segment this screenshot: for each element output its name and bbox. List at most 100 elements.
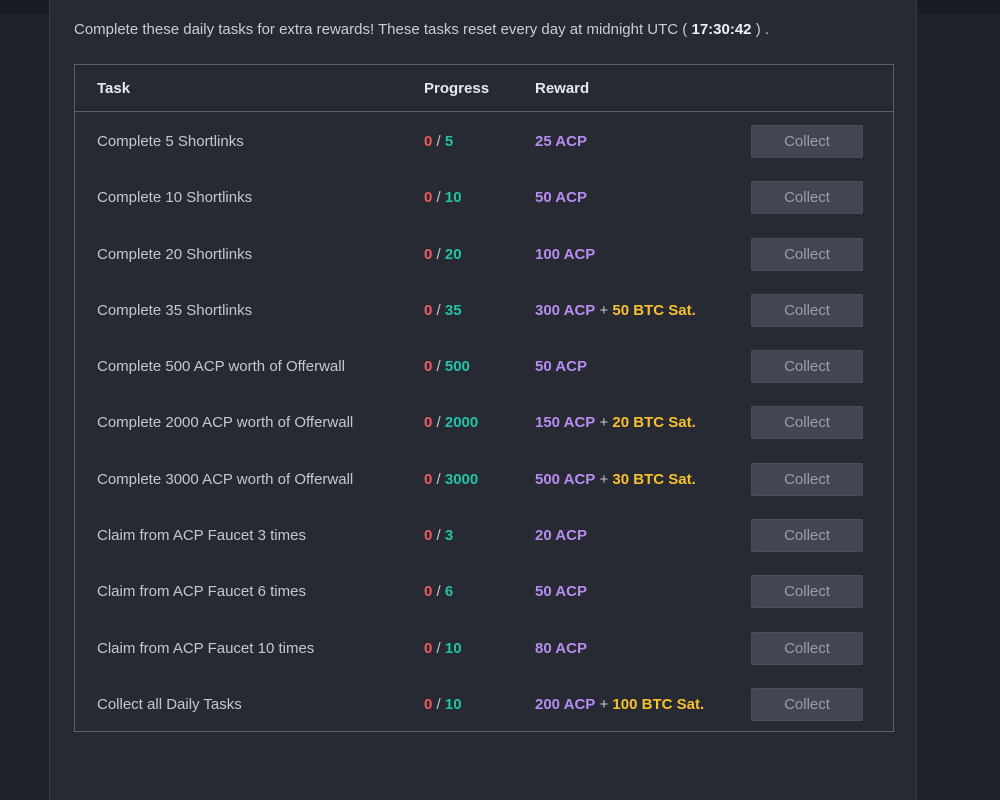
table-body: Complete 5 Shortlinks 0 / 5 25 ACP Collect C… [75,112,893,732]
reward-btc: 100 BTC Sat. [612,695,705,713]
task-reward: 50 ACP [535,358,587,375]
header-task: Task [97,80,131,97]
collect-button[interactable]: Collect [751,687,863,721]
table-header: Task Progress Reward [75,65,893,112]
reward-btc: 50 BTC Sat. [612,301,696,319]
collect-button[interactable]: Collect [751,406,863,440]
daily-tasks-intro: Complete these daily tasks for extra rew… [74,21,769,38]
task-reward: 500 ACP + 30 BTC Sat. [535,471,696,488]
reward-acp: 300 ACP [535,301,596,319]
task-reward: 25 ACP [535,133,587,150]
table-row: Claim from ACP Faucet 6 times 0 / 6 50 ACP… [75,563,893,619]
progress-goal: 5 [444,133,454,150]
table-row: Complete 3000 ACP worth of Offerwall 0 / … [75,451,893,507]
progress-separator: / [432,583,445,601]
reward-acp: 80 ACP [535,639,587,657]
collect-button[interactable]: Collect [751,519,863,553]
intro-text-end: ) . [755,21,770,38]
task-progress: 0 / 3000 [424,471,478,488]
progress-separator: / [432,189,445,207]
reward-acp: 50 ACP [535,583,587,601]
task-reward: 50 ACP [535,189,587,206]
progress-goal: 2000 [444,414,479,432]
daily-tasks-panel: Complete these daily tasks for extra rew… [49,0,917,800]
collect-button[interactable]: Collect [751,462,863,496]
reward-acp: 50 ACP [535,358,587,376]
task-progress: 0 / 6 [424,583,453,600]
task-name: Claim from ACP Faucet 3 times [97,527,306,545]
task-progress: 0 / 10 [424,640,462,657]
reward-plus: + [595,414,613,432]
header-reward: Reward [535,80,590,97]
reward-acp: 150 ACP [535,414,596,432]
progress-separator: / [432,639,445,657]
task-name: Complete 3000 ACP worth of Offerwall [97,470,354,488]
task-reward: 200 ACP + 100 BTC Sat. [535,696,704,713]
progress-separator: / [432,301,445,319]
progress-goal: 3000 [444,470,479,488]
collect-button[interactable]: Collect [751,631,863,665]
task-name: Complete 10 Shortlinks [97,189,253,207]
task-name: Complete 5 Shortlinks [97,133,244,150]
reward-acp: 20 ACP [535,527,587,545]
task-progress: 0 / 5 [424,133,453,150]
task-name: Complete 35 Shortlinks [97,301,253,319]
progress-goal: 10 [444,189,462,207]
reward-plus: + [595,695,613,713]
collect-button[interactable]: Collect [751,293,863,327]
task-name: Complete 2000 ACP worth of Offerwall [97,414,354,432]
progress-separator: / [432,470,445,488]
reward-plus: + [595,470,613,488]
reward-btc: 30 BTC Sat. [612,470,696,488]
progress-separator: / [432,695,445,713]
task-name: Claim from ACP Faucet 6 times [97,583,306,601]
task-progress: 0 / 20 [424,246,462,263]
task-name: Claim from ACP Faucet 10 times [97,639,315,657]
intro-text: Complete these daily tasks for extra rew… [74,21,688,38]
progress-separator: / [432,245,445,263]
progress-goal: 20 [444,245,462,263]
table-row: Claim from ACP Faucet 3 times 0 / 3 20 ACP… [75,507,893,563]
progress-separator: / [432,414,445,432]
reward-acp: 50 ACP [535,189,587,207]
collect-button[interactable]: Collect [751,237,863,271]
reward-btc: 20 BTC Sat. [612,414,696,432]
collect-button[interactable]: Collect [751,125,863,158]
progress-goal: 10 [444,639,462,657]
daily-tasks-table: Task Progress Reward Complete 5 Shortlin… [74,64,894,732]
task-name: Complete 500 ACP worth of Offerwall [97,358,345,376]
reset-countdown: 17:30:42 [691,21,752,38]
reward-acp: 100 ACP [535,245,596,263]
progress-separator: / [432,527,445,545]
header-progress: Progress [424,80,490,97]
task-reward: 150 ACP + 20 BTC Sat. [535,414,696,431]
reward-acp: 500 ACP [535,470,596,488]
task-reward: 20 ACP [535,527,587,544]
table-row: Complete 500 ACP worth of Offerwall 0 / 5… [75,338,893,394]
task-reward: 80 ACP [535,640,587,657]
table-row: Collect all Daily Tasks 0 / 10 200 ACP + 1… [75,676,893,732]
table-row: Complete 2000 ACP worth of Offerwall 0 / … [75,394,893,450]
table-row: Claim from ACP Faucet 10 times 0 / 10 80 A… [75,620,893,676]
task-name: Complete 20 Shortlinks [97,245,253,263]
task-progress: 0 / 10 [424,696,462,713]
task-progress: 0 / 3 [424,527,453,544]
collect-button[interactable]: Collect [751,575,863,609]
task-progress: 0 / 35 [424,302,462,319]
task-progress: 0 / 500 [424,358,470,375]
collect-button[interactable]: Collect [751,181,863,215]
progress-separator: / [432,358,445,376]
task-name: Collect all Daily Tasks [97,695,242,713]
collect-button[interactable]: Collect [751,350,863,384]
progress-goal: 500 [444,358,470,376]
table-row: Complete 10 Shortlinks 0 / 10 50 ACP Collec… [75,169,893,225]
reward-acp: 200 ACP [535,695,596,713]
task-progress: 0 / 2000 [424,414,478,431]
progress-goal: 35 [444,301,462,319]
progress-goal: 3 [444,527,454,545]
task-progress: 0 / 10 [424,189,462,206]
table-row: Complete 20 Shortlinks 0 / 20 100 ACP Colle… [75,226,893,282]
page: Complete these daily tasks for extra rew… [0,0,1000,800]
progress-separator: / [432,133,445,150]
table-row: Complete 35 Shortlinks 0 / 35 300 ACP + 50… [75,282,893,338]
